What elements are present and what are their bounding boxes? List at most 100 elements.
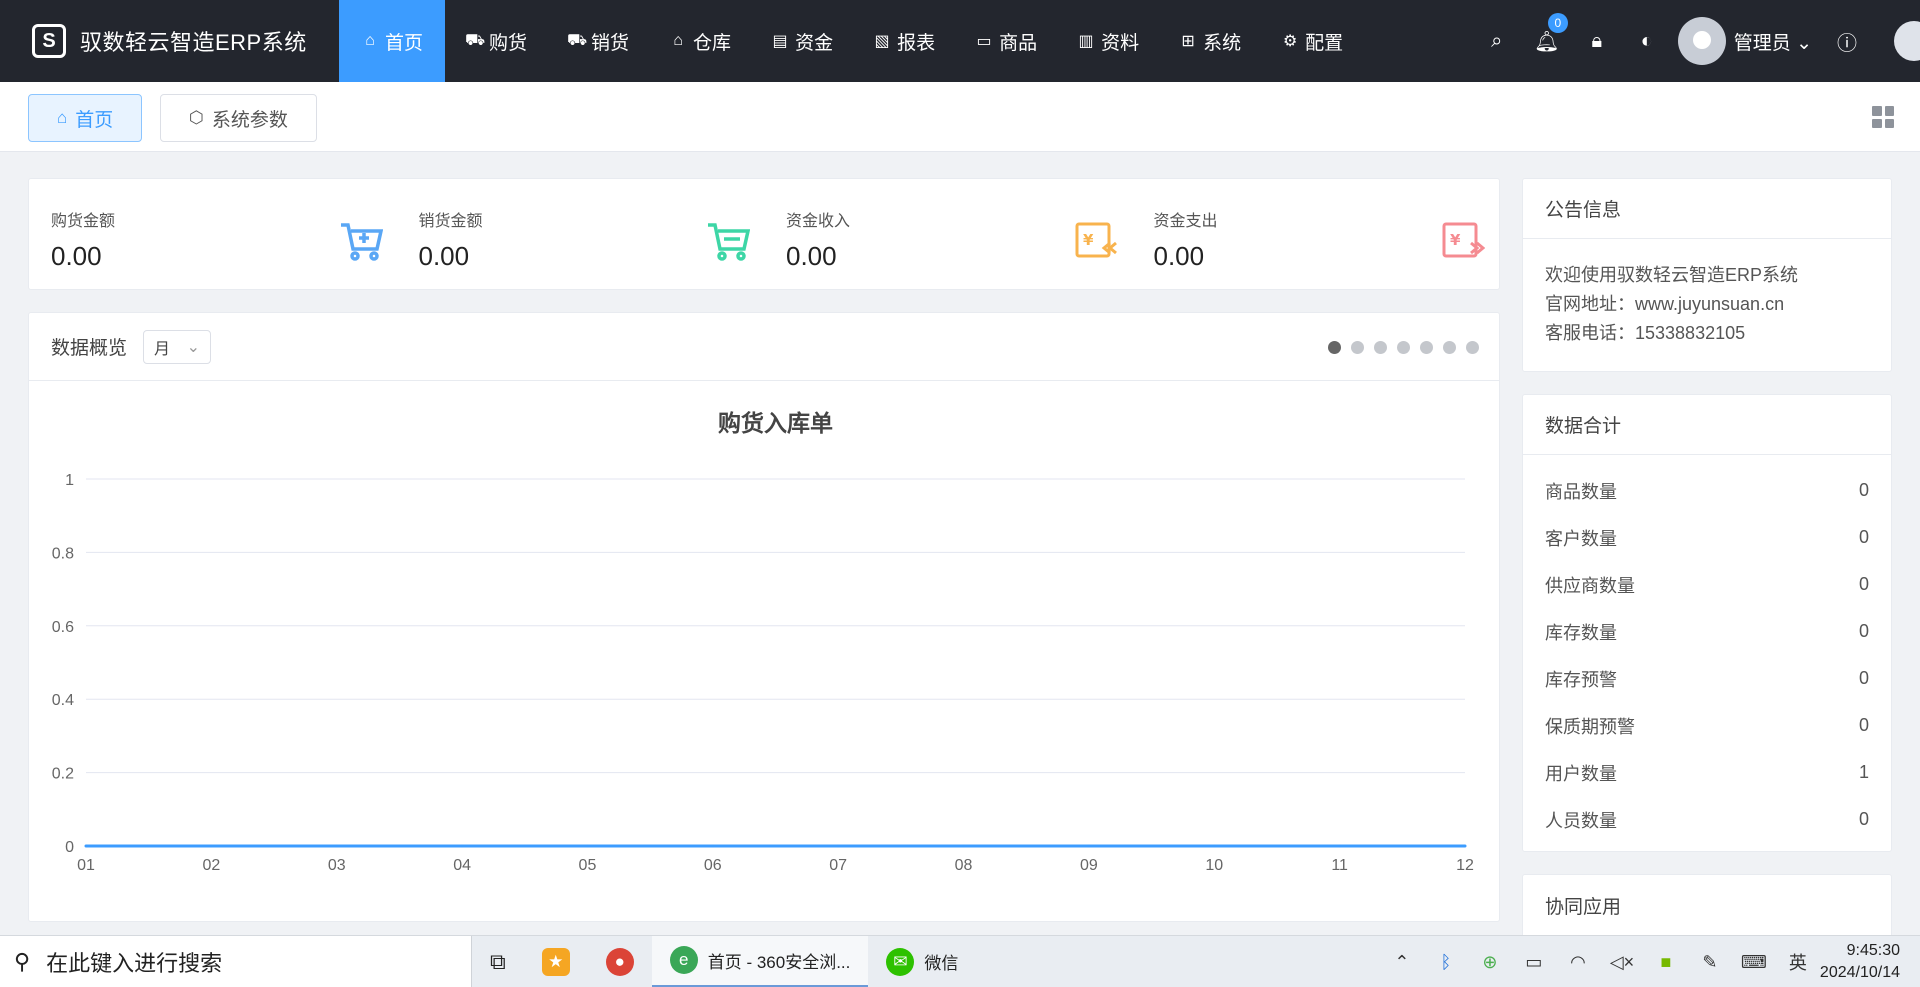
user-menu[interactable]: 管理员 ⌄	[1734, 28, 1812, 55]
x-tick-label: 05	[579, 857, 597, 874]
collab-title: 协同应用	[1545, 896, 1622, 918]
nav-item-config[interactable]: ⚙ 配置	[1261, 0, 1363, 82]
nav-item-goods[interactable]: ▭ 商品	[955, 0, 1057, 82]
battery-icon[interactable]: ▭	[1512, 952, 1556, 973]
nav-item-purchase[interactable]: ⛟ 购货	[445, 0, 547, 82]
chevron-up-icon[interactable]: ⌃	[1380, 952, 1424, 973]
user-name: 管理员	[1733, 32, 1791, 54]
main-nav: ⌂ 首页 ⛟ 购货 ⛟ 销货 ⌂ 仓库 ▤ 资金 ▧ 报表 ▭ 商品 ▥ 资料 ⊞ 系统 ⚙ 配置	[339, 0, 1363, 82]
list-item: 用户数量 1	[1523, 749, 1891, 796]
app-logo[interactable]: S 驭数轻云智造ERP系统	[0, 0, 339, 82]
carousel-dot[interactable]	[1443, 341, 1456, 354]
system-clock[interactable]: 9:45:30 2024/10/14	[1820, 940, 1920, 984]
nav-item-funds[interactable]: ▤ 资金	[751, 0, 853, 82]
cart-icon: ⛟	[465, 32, 486, 49]
avatar[interactable]	[1677, 17, 1726, 65]
y-tick-label: 0.4	[52, 692, 74, 709]
security-shield-icon[interactable]: ⊕	[1468, 952, 1512, 973]
notice-card: 公告信息 欢迎使用驭数轻云智造ERP系统 官网地址：www.juyunsuan.…	[1522, 178, 1892, 372]
carousel-dot[interactable]	[1397, 341, 1410, 354]
total-label: 用户数量	[1545, 763, 1617, 784]
nav-item-data[interactable]: ▥ 资料	[1057, 0, 1159, 82]
nvidia-icon[interactable]: ■	[1644, 952, 1688, 973]
overview-header: 数据概览 月 ⌄	[29, 313, 1499, 381]
carousel-dot[interactable]	[1466, 341, 1479, 354]
taskbar-app-label: 首页 - 360安全浏...	[707, 952, 851, 972]
data-point	[1212, 844, 1216, 848]
nav-item-home[interactable]: ⌂ 首页	[339, 0, 446, 82]
tab-system-params[interactable]: ⬡ 系统参数	[160, 94, 317, 142]
search-icon[interactable]: ⌕	[1472, 30, 1522, 53]
cart-outline-icon: ⛟	[567, 32, 588, 49]
info-icon[interactable]: ⓘ	[1822, 27, 1872, 56]
y-tick-label: 1	[65, 472, 74, 489]
nav-item-reports[interactable]: ▧ 报表	[853, 0, 955, 82]
task-view-button[interactable]: ⧉	[472, 936, 524, 987]
carousel-dot[interactable]	[1328, 341, 1341, 354]
total-label: 人员数量	[1545, 810, 1617, 831]
chrome-icon: ●	[605, 947, 634, 976]
volume-muted-icon[interactable]: ◁×	[1600, 952, 1644, 973]
x-tick-label: 12	[1456, 857, 1474, 874]
pen-icon[interactable]: ✎	[1688, 952, 1732, 973]
nav-label: 资金	[795, 32, 834, 54]
bell-icon[interactable]: 🔔︎ 0	[1522, 12, 1572, 54]
browser-profile-avatar[interactable]	[1894, 21, 1920, 61]
ime-indicator[interactable]: 英	[1776, 949, 1820, 975]
carousel-dot[interactable]	[1351, 341, 1364, 354]
tab-home[interactable]: ⌂ 首页	[28, 94, 143, 142]
nav-item-sales[interactable]: ⛟ 销货	[547, 0, 649, 82]
total-label: 保质期预警	[1545, 716, 1635, 737]
x-tick-label: 06	[704, 857, 722, 874]
list-item: 保质期预警 0	[1523, 702, 1891, 749]
data-point	[209, 844, 213, 848]
nav-item-warehouse[interactable]: ⌂ 仓库	[649, 0, 751, 82]
notice-title: 公告信息	[1523, 179, 1891, 239]
taskbar-search-input[interactable]: ⚲ 在此键入进行搜索	[0, 935, 472, 987]
data-point	[1463, 844, 1467, 848]
carousel-dot[interactable]	[1374, 341, 1387, 354]
app-title: 驭数轻云智造ERP系统	[80, 30, 307, 55]
lock-icon[interactable]: 🔒︎	[1572, 30, 1622, 53]
y-tick-label: 0	[65, 839, 74, 856]
list-item: 库存预警 0	[1523, 655, 1891, 702]
period-select[interactable]: 月 ⌄	[143, 329, 212, 364]
layout-grid-icon[interactable]	[1872, 106, 1894, 128]
home-icon: ⌂	[365, 32, 375, 49]
overview-title: 数据概览	[51, 338, 128, 359]
avatar-person-icon	[1692, 31, 1711, 49]
x-tick-label: 09	[1080, 857, 1098, 874]
purchase-inbound-chart: 购货入库单 0 0.2 0.4 0.6 0.8 1 01 02 03 04 05 06 07 08 09 10 1…	[52, 410, 1474, 874]
search-placeholder: 在此键入进行搜索	[46, 950, 223, 976]
taskbar-browser-window[interactable]: e 首页 - 360安全浏...	[651, 935, 869, 987]
nav-item-system[interactable]: ⊞ 系统	[1159, 0, 1261, 82]
gear-icon: ⚙	[1282, 33, 1298, 50]
list-item: 商品数量 0	[1523, 467, 1891, 514]
chart-area: 购货入库单 0 0.2 0.4 0.6 0.8 1 01 02 03 04 05 06 07 08 09 10 1…	[29, 381, 1501, 921]
tab-label: 首页	[75, 109, 114, 131]
chart-carousel-dots	[1328, 341, 1479, 354]
taskbar-chrome[interactable]: ●	[588, 936, 652, 987]
warehouse-icon: ⌂	[673, 32, 683, 49]
list-item: 人员数量 0	[1523, 796, 1891, 843]
nav-label: 商品	[999, 32, 1038, 54]
yen-out-icon: ¥	[1441, 221, 1485, 261]
stat-sales-amount: 销货金额 0.00	[397, 179, 765, 289]
tab-bar: ⌂ 首页 ⬡ 系统参数	[0, 82, 1920, 152]
notice-line: 官网地址：www.juyunsuan.cn	[1545, 294, 1785, 314]
taskbar-wechat[interactable]: ✉ 微信	[868, 936, 976, 987]
data-point	[335, 844, 339, 848]
carousel-dot[interactable]	[1420, 341, 1433, 354]
data-point	[1087, 844, 1091, 848]
top-nav-bar: S 驭数轻云智造ERP系统 ⌂ 首页 ⛟ 购货 ⛟ 销货 ⌂ 仓库 ▤ 资金 ▧ 报表 ▭ 商…	[0, 0, 1920, 82]
search-icon: ⚲	[14, 948, 31, 974]
clock-time: 9:45:30	[1846, 942, 1900, 959]
data-point	[585, 844, 589, 848]
taskbar-star-app[interactable]: ★	[524, 936, 588, 987]
wifi-icon[interactable]: ◠	[1556, 952, 1600, 973]
grid-icon: ⊞	[1181, 33, 1195, 50]
palette-icon[interactable]: ◐	[1622, 30, 1672, 53]
bluetooth-icon[interactable]: ᛒ	[1424, 952, 1468, 973]
cart-plus-icon	[339, 221, 383, 261]
keyboard-icon[interactable]: ⌨	[1732, 952, 1776, 973]
